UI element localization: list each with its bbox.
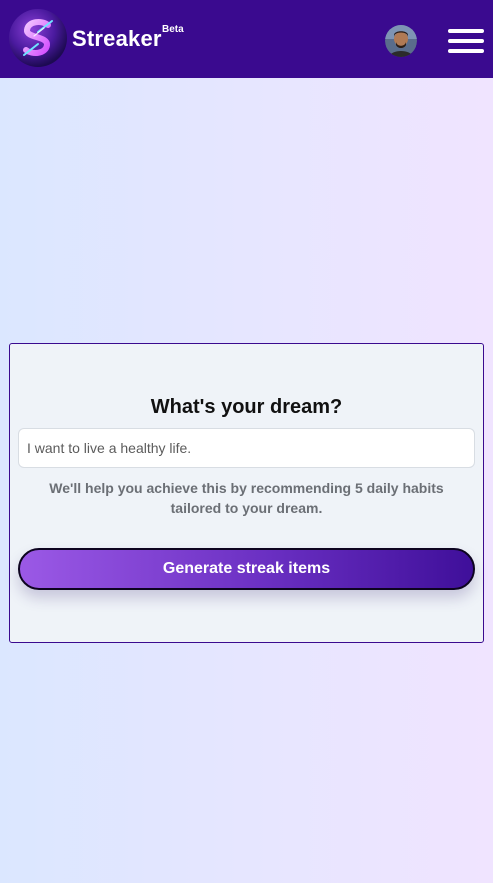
dream-heading: What's your dream? xyxy=(150,396,343,418)
user-avatar-icon[interactable] xyxy=(385,25,417,57)
helper-text: We'll help you achieve this by recommend… xyxy=(49,480,444,516)
app-header: Streaker Beta xyxy=(0,0,493,78)
menu-bar-icon xyxy=(448,29,484,33)
beta-badge: Beta xyxy=(162,24,184,35)
menu-bar-icon xyxy=(448,49,484,53)
generate-streak-items-button[interactable]: Generate streak items xyxy=(18,548,475,590)
dream-card: What's your dream? We'll help you achiev… xyxy=(9,343,484,643)
streaker-logo-icon[interactable] xyxy=(8,8,68,68)
menu-bar-icon xyxy=(448,39,484,43)
app-title: Streaker xyxy=(72,26,162,51)
dream-input[interactable] xyxy=(18,428,475,468)
hamburger-menu-button[interactable] xyxy=(448,28,484,54)
